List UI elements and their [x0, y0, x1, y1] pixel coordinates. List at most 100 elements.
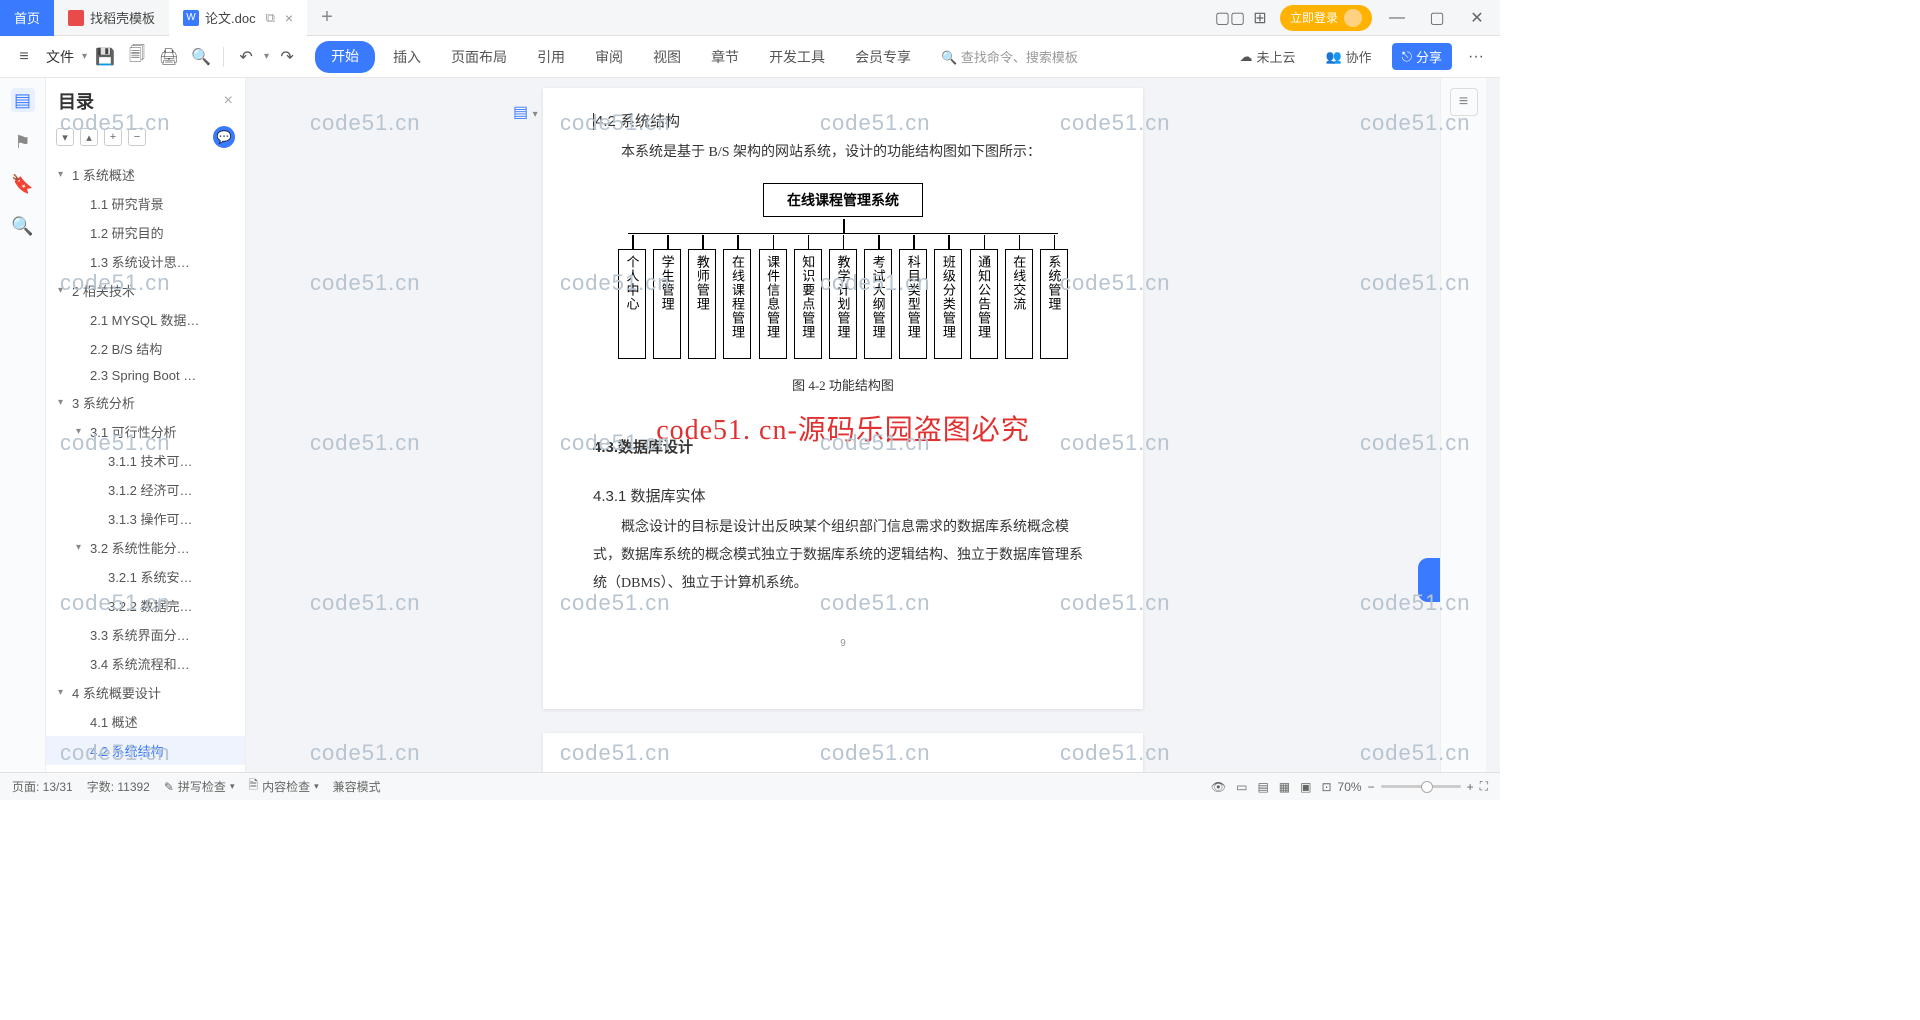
- apps-icon[interactable]: ⊞: [1250, 8, 1270, 28]
- view-outline-icon[interactable]: ▤: [1257, 780, 1268, 794]
- outline-item[interactable]: 3.4 系统流程和…: [46, 649, 245, 678]
- chat-icon[interactable]: 💬: [213, 126, 235, 148]
- login-button[interactable]: 立即登录: [1280, 5, 1372, 31]
- zoom-in-icon[interactable]: +: [1467, 780, 1474, 794]
- save-as-icon[interactable]: 🗐: [123, 43, 151, 71]
- diagram-node: 学生管理: [653, 249, 681, 359]
- outline-item[interactable]: 1.1 研究背景: [46, 189, 245, 218]
- outline-item[interactable]: 1.3 系统设计思…: [46, 247, 245, 276]
- cloud-button[interactable]: ☁未上云: [1229, 43, 1305, 70]
- page-indicator[interactable]: 页面: 13/31: [12, 778, 73, 795]
- outline-item[interactable]: ▾4 系统概要设计: [46, 678, 245, 707]
- more-icon[interactable]: ···: [1462, 43, 1490, 71]
- outline-item[interactable]: ▾3 系统分析: [46, 388, 245, 417]
- outline-item[interactable]: 2.1 MYSQL 数据…: [46, 305, 245, 334]
- compat-mode[interactable]: 兼容模式: [333, 778, 381, 795]
- bookmark-icon[interactable]: 🔖: [11, 172, 35, 196]
- zoom-fit-icon[interactable]: ⊡: [1321, 780, 1331, 794]
- minimize-button[interactable]: —: [1382, 3, 1412, 33]
- tab-add[interactable]: +: [307, 6, 347, 29]
- fullscreen-icon[interactable]: ⛶: [1480, 779, 1488, 794]
- menu-引用[interactable]: 引用: [525, 41, 577, 73]
- outline-item[interactable]: 3.1.3 操作可…: [46, 504, 245, 533]
- file-menu[interactable]: 文件: [42, 47, 78, 67]
- layout-icon[interactable]: ▢▢: [1220, 8, 1240, 28]
- menu-开始[interactable]: 开始: [315, 41, 375, 73]
- chevron-down-icon[interactable]: ▾: [58, 397, 70, 408]
- outline-close-icon[interactable]: ×: [224, 92, 233, 110]
- chevron-down-icon[interactable]: ▾: [58, 285, 70, 296]
- close-button[interactable]: ✕: [1462, 3, 1492, 33]
- zoom-out-icon[interactable]: −: [1368, 780, 1375, 794]
- function-diagram: 在线课程管理系统 个人中心学生管理教师管理在线课程管理课件信息管理知识要点管理教…: [618, 183, 1068, 359]
- view-web-icon[interactable]: ▦: [1279, 780, 1290, 794]
- share-button[interactable]: ⎋分享: [1392, 43, 1452, 70]
- add-icon[interactable]: +: [104, 128, 122, 146]
- chevron-down-icon[interactable]: ▾: [58, 687, 70, 698]
- content-check[interactable]: 🗎内容检查 ▾: [248, 776, 318, 797]
- tab-template[interactable]: 找稻壳模板: [54, 0, 169, 36]
- save-icon[interactable]: 💾: [91, 43, 119, 71]
- eye-mode-icon[interactable]: 👁: [1211, 780, 1226, 794]
- redo-icon[interactable]: ↷: [273, 43, 301, 71]
- outline-item[interactable]: 4.1 概述: [46, 707, 245, 736]
- search-panel-icon[interactable]: 🔍: [11, 214, 35, 238]
- print-icon[interactable]: 🖨: [155, 43, 183, 71]
- collab-button[interactable]: 👥协作: [1315, 43, 1381, 70]
- outline-item[interactable]: ▾4.3.数据库设计: [46, 765, 245, 772]
- menu-icon[interactable]: ≡: [10, 43, 38, 71]
- menu-页面布局[interactable]: 页面布局: [439, 41, 519, 73]
- outline-item[interactable]: 3.2.2 数据完…: [46, 591, 245, 620]
- outline-item[interactable]: 1.2 研究目的: [46, 218, 245, 247]
- remove-icon[interactable]: −: [128, 128, 146, 146]
- menu-审阅[interactable]: 审阅: [583, 41, 635, 73]
- outline-list: ▾1 系统概述1.1 研究背景1.2 研究目的1.3 系统设计思…▾2 相关技术…: [46, 156, 245, 772]
- outline-item[interactable]: 3.2.1 系统安…: [46, 562, 245, 591]
- feedback-tab[interactable]: [1418, 558, 1440, 602]
- outline-item[interactable]: ▾2 相关技术: [46, 276, 245, 305]
- tab-home[interactable]: 首页: [0, 0, 54, 36]
- collapse-all-icon[interactable]: ▾: [56, 128, 74, 146]
- spell-check[interactable]: ✎拼写检查 ▾: [164, 778, 235, 795]
- outline-item[interactable]: 2.2 B/S 结构: [46, 334, 245, 363]
- panel-toggle-icon[interactable]: ≡: [1450, 88, 1478, 116]
- view-page-icon[interactable]: ▭: [1236, 780, 1247, 794]
- menu-视图[interactable]: 视图: [641, 41, 693, 73]
- outline-item[interactable]: 3.3 系统界面分…: [46, 620, 245, 649]
- outline-item[interactable]: 2.3 Spring Boot …: [46, 363, 245, 388]
- outline-item[interactable]: ▾1 系统概述: [46, 160, 245, 189]
- zoom-control[interactable]: ⊡ 70% − + ⛶: [1321, 779, 1488, 794]
- page-type-icon[interactable]: ▤ ▾: [513, 102, 538, 122]
- menu-开发工具[interactable]: 开发工具: [757, 41, 837, 73]
- expand-all-icon[interactable]: ▴: [80, 128, 98, 146]
- document-area[interactable]: ▤ ▾ 4.2 系统结构 本系统是基于 B/S 架构的网站系统，设计的功能结构图…: [246, 78, 1440, 772]
- outline-item[interactable]: 4.2 系统结构: [46, 736, 245, 765]
- zoom-value: 70%: [1338, 780, 1362, 794]
- preview-icon[interactable]: 🔍: [187, 43, 215, 71]
- command-search[interactable]: 🔍 查找命令、搜索模板: [941, 47, 1078, 66]
- menu-插入[interactable]: 插入: [381, 41, 433, 73]
- chevron-down-icon[interactable]: ▾: [58, 169, 70, 180]
- outline-item[interactable]: ▾3.2 系统性能分…: [46, 533, 245, 562]
- content-icon: 🗎: [248, 776, 258, 797]
- outline-item[interactable]: 3.1.1 技术可…: [46, 446, 245, 475]
- outline-icon[interactable]: ▤: [11, 88, 35, 112]
- chevron-down-icon[interactable]: ▾: [76, 542, 88, 553]
- close-icon[interactable]: ×: [285, 10, 293, 26]
- undo-icon[interactable]: ↶: [232, 43, 260, 71]
- diagram-node: 通知公告管理: [970, 249, 998, 359]
- stamp-icon[interactable]: ⚑: [11, 130, 35, 154]
- menu-会员专享[interactable]: 会员专享: [843, 41, 923, 73]
- view-read-icon[interactable]: ▣: [1300, 780, 1311, 794]
- scrollbar-vertical[interactable]: [1486, 78, 1500, 772]
- chevron-down-icon[interactable]: ▾: [76, 426, 88, 437]
- word-count[interactable]: 字数: 11392: [87, 778, 150, 795]
- menu-章节[interactable]: 章节: [699, 41, 751, 73]
- zoom-slider[interactable]: [1381, 785, 1461, 788]
- outline-item[interactable]: ▾3.1 可行性分析: [46, 417, 245, 446]
- popout-icon[interactable]: ⧉: [266, 10, 275, 26]
- maximize-button[interactable]: ▢: [1422, 3, 1452, 33]
- outline-item[interactable]: 3.1.2 经济可…: [46, 475, 245, 504]
- tab-document[interactable]: W 论文.doc ⧉ ×: [169, 0, 307, 36]
- search-placeholder: 查找命令、搜索模板: [961, 50, 1078, 65]
